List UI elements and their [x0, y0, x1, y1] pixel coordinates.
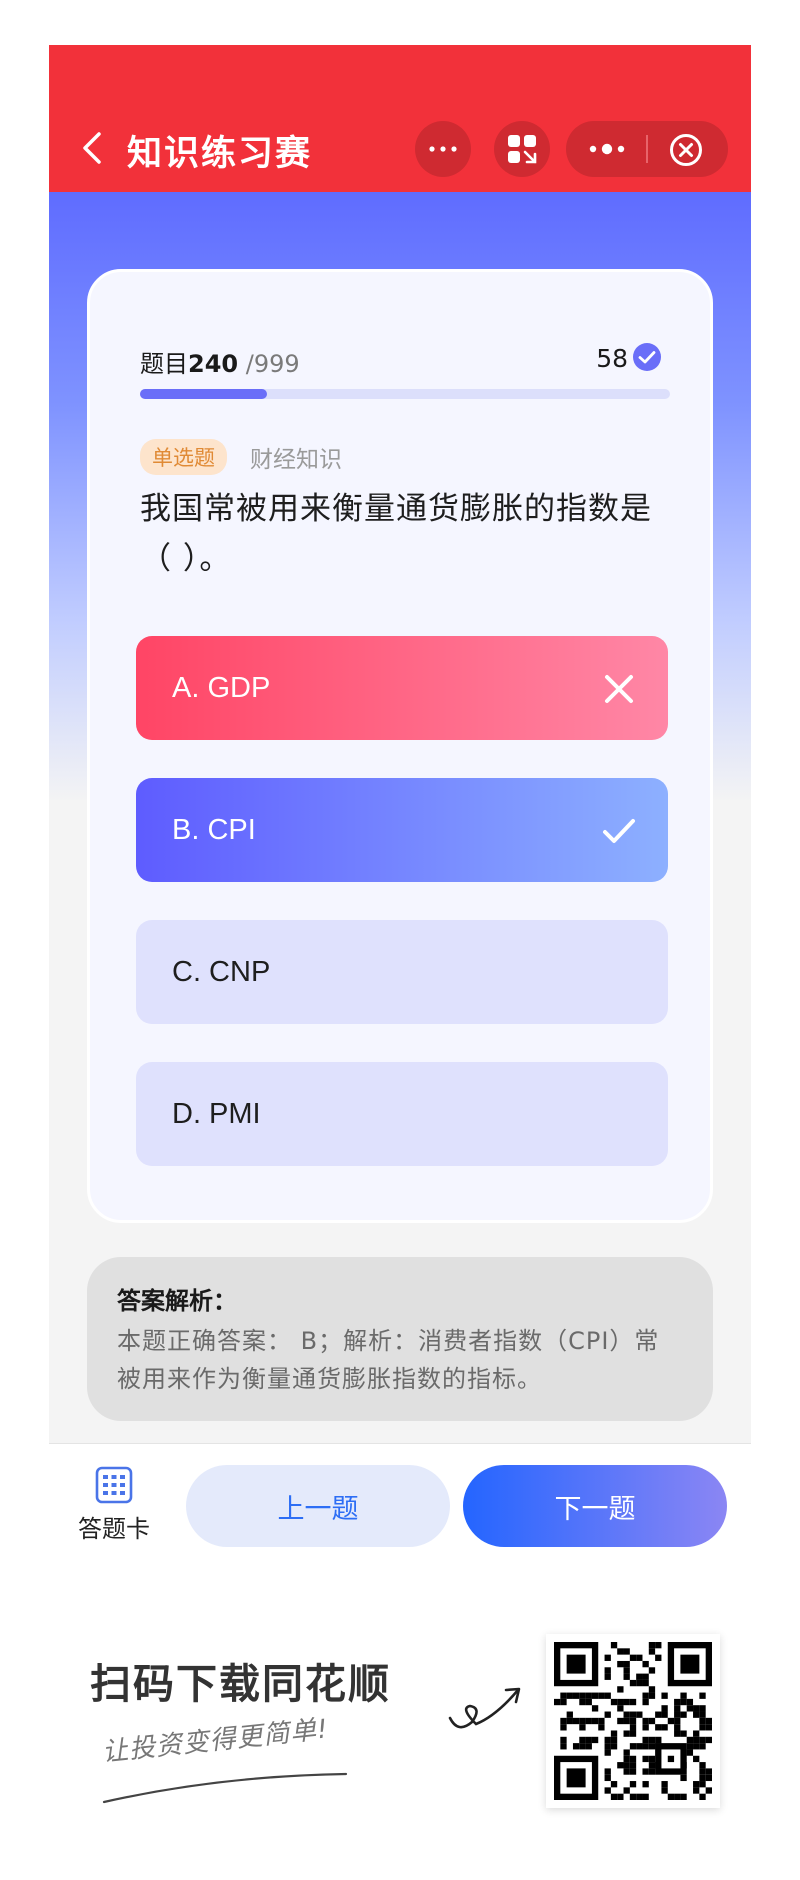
curly-arrow-icon — [448, 1687, 521, 1729]
option-c[interactable]: C. CNP — [136, 920, 668, 1024]
question-text: 我国常被用来衡量通货膨胀的指数是（ ）。 — [140, 491, 652, 577]
checkmark-icon — [603, 819, 635, 843]
apps-button[interactable] — [494, 121, 550, 177]
check-badge-icon — [633, 343, 661, 371]
back-arrow-icon[interactable] — [81, 131, 103, 165]
question-category: 财经知识 — [250, 447, 342, 473]
option-b[interactable]: B. CPI — [136, 778, 668, 882]
qr-code-icon — [554, 1642, 712, 1800]
question-total: /999 — [245, 350, 300, 378]
progress-fill — [140, 389, 268, 399]
question-current: 240 — [188, 350, 239, 378]
option-label: C. CNP — [172, 955, 271, 988]
next-question-button[interactable]: 下一题 — [463, 1465, 727, 1547]
analysis-title: 答案解析： — [117, 1287, 237, 1315]
question-type-badge: 单选题 — [140, 439, 227, 475]
apps-grid-icon — [508, 135, 537, 164]
bottom-bar-divider — [49, 1443, 751, 1444]
option-a[interactable]: A. GDP — [136, 636, 668, 740]
qr-code — [546, 1634, 720, 1808]
analysis-text: 本题正确答案： B；解析：消费者指数（CPI）常被用来作为衡量通货膨胀指数的指标… — [117, 1327, 660, 1393]
promo-subtitle: 让投资变得更简单! — [100, 1714, 331, 1768]
previous-question-button[interactable]: 上一题 — [186, 1465, 450, 1547]
miniprogram-capsule — [566, 121, 728, 177]
cross-icon — [605, 675, 633, 703]
score-value: 58 — [596, 344, 628, 373]
app-screen: 知识练习赛 题目240 /999 58 单选题 财经知识 我国常被用来衡量通货膨… — [49, 45, 751, 1443]
option-d[interactable]: D. PMI — [136, 1062, 668, 1166]
question-counter: 题目240 /999 — [140, 344, 300, 379]
capsule-more-icon[interactable] — [588, 142, 626, 156]
top-navigation-bar: 知识练习赛 — [49, 45, 751, 192]
option-label: B. CPI — [172, 813, 256, 846]
ellipsis-icon — [429, 146, 457, 152]
answer-card-grid-icon — [95, 1466, 133, 1504]
promo-title: 扫码下载同花顺 — [90, 1660, 391, 1708]
bottom-action-bar: 答题卡 上一题 下一题 — [49, 1443, 751, 1571]
underline-swoosh-icon — [102, 1772, 348, 1804]
capsule-divider — [646, 135, 648, 163]
close-circle-icon[interactable] — [668, 132, 704, 168]
answer-analysis-panel: 答案解析： 本题正确答案： B；解析：消费者指数（CPI）常被用来作为衡量通货膨… — [87, 1257, 713, 1421]
option-label: D. PMI — [172, 1097, 261, 1130]
question-card: 题目240 /999 58 单选题 财经知识 我国常被用来衡量通货膨胀的指数是（… — [87, 269, 713, 1223]
question-counter-label: 题目 — [140, 350, 188, 378]
page-title: 知识练习赛 — [127, 134, 313, 174]
answer-card-button[interactable]: 答题卡 — [71, 1465, 157, 1555]
more-menu-button[interactable] — [415, 121, 471, 177]
answer-card-label: 答题卡 — [78, 1515, 150, 1543]
progress-bar — [140, 389, 670, 399]
option-label: A. GDP — [172, 671, 271, 704]
